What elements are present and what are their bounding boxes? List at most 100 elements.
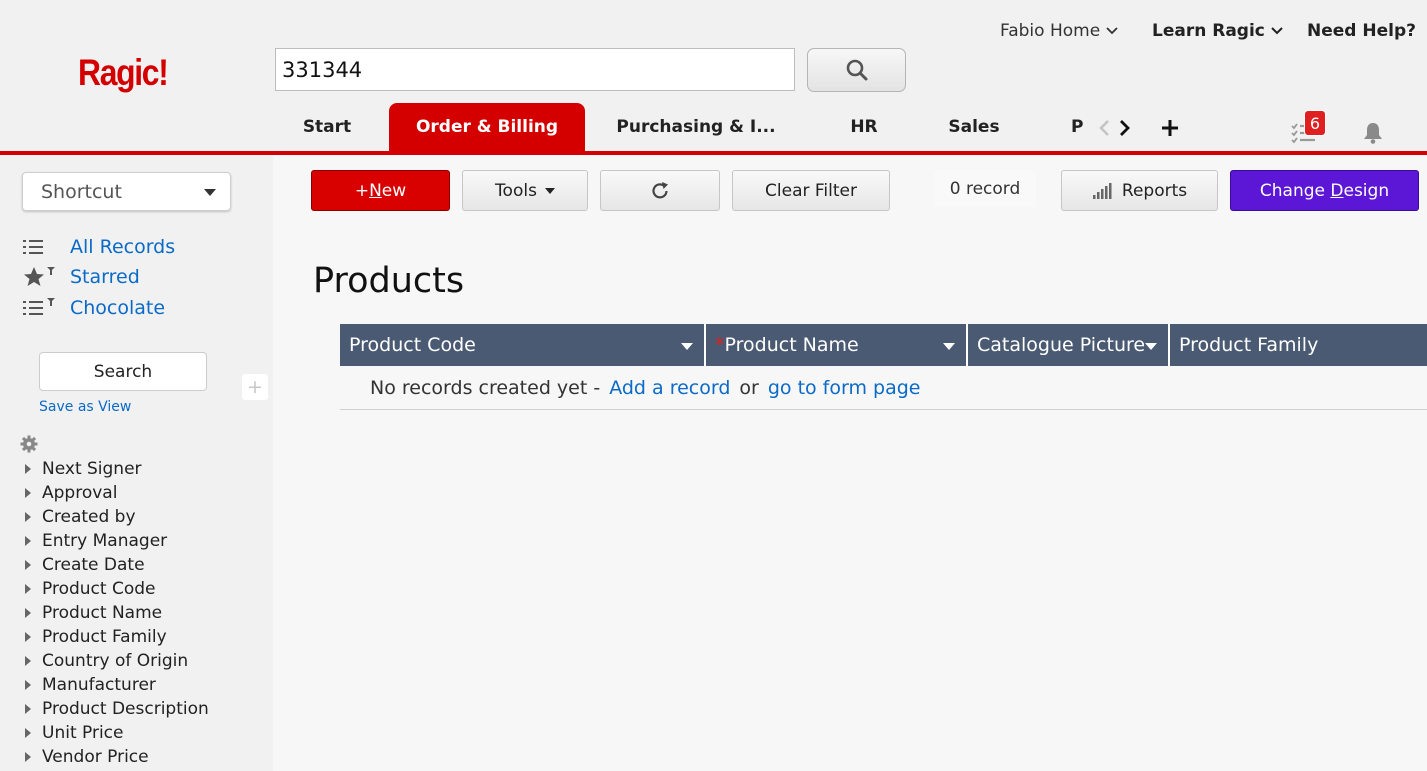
go-to-form-link[interactable]: go to form page [768, 377, 921, 399]
add-tab-icon[interactable] [1158, 115, 1182, 141]
filter-field-item[interactable]: Product Name [22, 601, 209, 625]
view-chocolate[interactable]: Chocolate [22, 295, 165, 321]
filter-field-label: Country of Origin [42, 651, 189, 671]
refresh-icon [652, 181, 668, 198]
reports-button[interactable]: Reports [1061, 170, 1218, 211]
filter-field-item[interactable]: Manufacturer [22, 673, 209, 697]
new-record-button[interactable]: +New [311, 170, 450, 211]
gear-icon[interactable] [20, 435, 38, 453]
column-header-product-family[interactable]: Product Family [1170, 324, 1427, 366]
sort-caret-icon[interactable] [943, 343, 955, 350]
tab-scroll-left-icon[interactable] [1096, 117, 1112, 139]
sort-caret-icon[interactable] [681, 343, 693, 350]
tab-hr[interactable]: HR [840, 103, 888, 151]
expand-triangle-icon [25, 728, 31, 738]
column-header-product-code[interactable]: Product Code [340, 324, 706, 366]
view-label: Chocolate [70, 297, 166, 319]
view-label: Starred [70, 266, 140, 288]
shortcut-dropdown[interactable]: Shortcut [22, 172, 231, 211]
list-icon [22, 234, 70, 260]
filter-field-item[interactable]: Created by [22, 505, 209, 529]
change-design-pre: Change [1259, 180, 1331, 201]
main-content: +New Tools Clear Filter 0 record Reports… [273, 155, 1427, 771]
expand-triangle-icon [25, 704, 31, 714]
filter-field-item[interactable]: Create Date [22, 553, 209, 577]
tab-start[interactable]: Start [290, 103, 364, 151]
filter-field-item[interactable]: Approval [22, 481, 209, 505]
filter-field-item[interactable]: Country of Origin [22, 649, 209, 673]
new-rest: ew [381, 180, 407, 201]
empty-records-row: No records created yet - Add a record or… [340, 366, 1427, 410]
view-label: All Records [70, 236, 176, 258]
save-as-view-link[interactable]: Save as View [39, 399, 131, 415]
reports-label: Reports [1121, 180, 1188, 201]
search-icon [846, 59, 867, 81]
page-title: Products [313, 261, 465, 301]
notification-bell-icon[interactable] [1361, 120, 1385, 146]
table-header: Product Code * Product Name Catalogue Pi… [340, 324, 1427, 366]
column-header-catalogue-picture[interactable]: Catalogue Picture [968, 324, 1170, 366]
app-header: Ragic! Fabio Home Learn Ragic Need Help?… [0, 0, 1427, 155]
expand-triangle-icon [25, 560, 31, 570]
account-home-label: Fabio Home [1000, 21, 1101, 41]
change-design-label: Change Design [1260, 181, 1389, 201]
filter-field-label: Product Name [42, 603, 163, 623]
sort-caret-icon[interactable] [1145, 343, 1157, 350]
sidebar-search-button[interactable]: Search [39, 352, 207, 391]
filter-field-item[interactable]: Product Family [22, 625, 209, 649]
view-starred[interactable]: Starred [22, 264, 140, 290]
filter-field-label: Next Signer [42, 459, 142, 479]
expand-triangle-icon [25, 656, 31, 666]
expand-triangle-icon [25, 632, 31, 642]
filter-field-item[interactable]: Unit Price [22, 721, 209, 745]
empty-message: No records created yet - [370, 376, 601, 399]
tab-scroll-right-icon[interactable] [1117, 117, 1133, 139]
chevron-down-icon [1271, 27, 1283, 35]
filter-field-item[interactable]: Next Signer [22, 457, 209, 481]
filter-field-list: Next Signer Approval Created by Entry Ma… [22, 457, 209, 769]
filter-field-label: Manufacturer [42, 675, 156, 695]
expand-triangle-icon [25, 752, 31, 762]
add-filter-button[interactable]: + [242, 374, 268, 400]
change-design-button[interactable]: Change Design [1230, 170, 1419, 211]
tab-truncated[interactable]: P [1062, 103, 1090, 151]
view-all-records[interactable]: All Records [22, 234, 175, 260]
refresh-button[interactable] [600, 170, 720, 211]
tools-dropdown-button[interactable]: Tools [462, 170, 588, 211]
expand-triangle-icon [25, 536, 31, 546]
sidebar: Shortcut All Records Starred Chocolate S… [0, 155, 273, 771]
clear-filter-button[interactable]: Clear Filter [732, 170, 890, 211]
caret-down-icon [204, 189, 216, 196]
task-count-badge[interactable]: 6 [1304, 110, 1326, 136]
filter-field-item[interactable]: Product Code [22, 577, 209, 601]
account-home-menu[interactable]: Fabio Home [1000, 21, 1118, 41]
chevron-down-icon [1106, 27, 1118, 35]
required-asterisk: * [715, 334, 725, 356]
filter-field-item[interactable]: Entry Manager [22, 529, 209, 553]
expand-triangle-icon [25, 512, 31, 522]
expand-triangle-icon [25, 464, 31, 474]
column-header-product-name[interactable]: * Product Name [706, 324, 968, 366]
filter-field-item[interactable]: Vendor Price [22, 745, 209, 769]
column-label: Product Code [349, 334, 476, 356]
global-search-button[interactable] [807, 48, 906, 92]
column-label: Catalogue Picture [977, 334, 1146, 356]
tab-purchasing[interactable]: Purchasing & I... [605, 103, 787, 151]
filter-field-label: Entry Manager [42, 531, 168, 551]
learn-ragic-label: Learn Ragic [1152, 21, 1265, 41]
bar-chart-icon [1092, 182, 1112, 199]
filter-field-label: Unit Price [42, 723, 124, 743]
filter-field-label: Vendor Price [42, 747, 149, 767]
global-search-input[interactable] [275, 48, 795, 91]
column-label: Product Name [724, 334, 859, 356]
add-record-link[interactable]: Add a record [609, 377, 730, 399]
filter-field-label: Created by [42, 507, 136, 527]
learn-ragic-menu[interactable]: Learn Ragic [1152, 21, 1283, 41]
tab-order-billing[interactable]: Order & Billing [389, 103, 585, 151]
need-help-link[interactable]: Need Help? [1307, 21, 1416, 41]
ragic-logo[interactable]: Ragic! [78, 52, 169, 94]
expand-triangle-icon [25, 608, 31, 618]
filter-field-item[interactable]: Product Description [22, 697, 209, 721]
tab-sales[interactable]: Sales [938, 103, 1010, 151]
new-prefix: + [354, 180, 370, 201]
